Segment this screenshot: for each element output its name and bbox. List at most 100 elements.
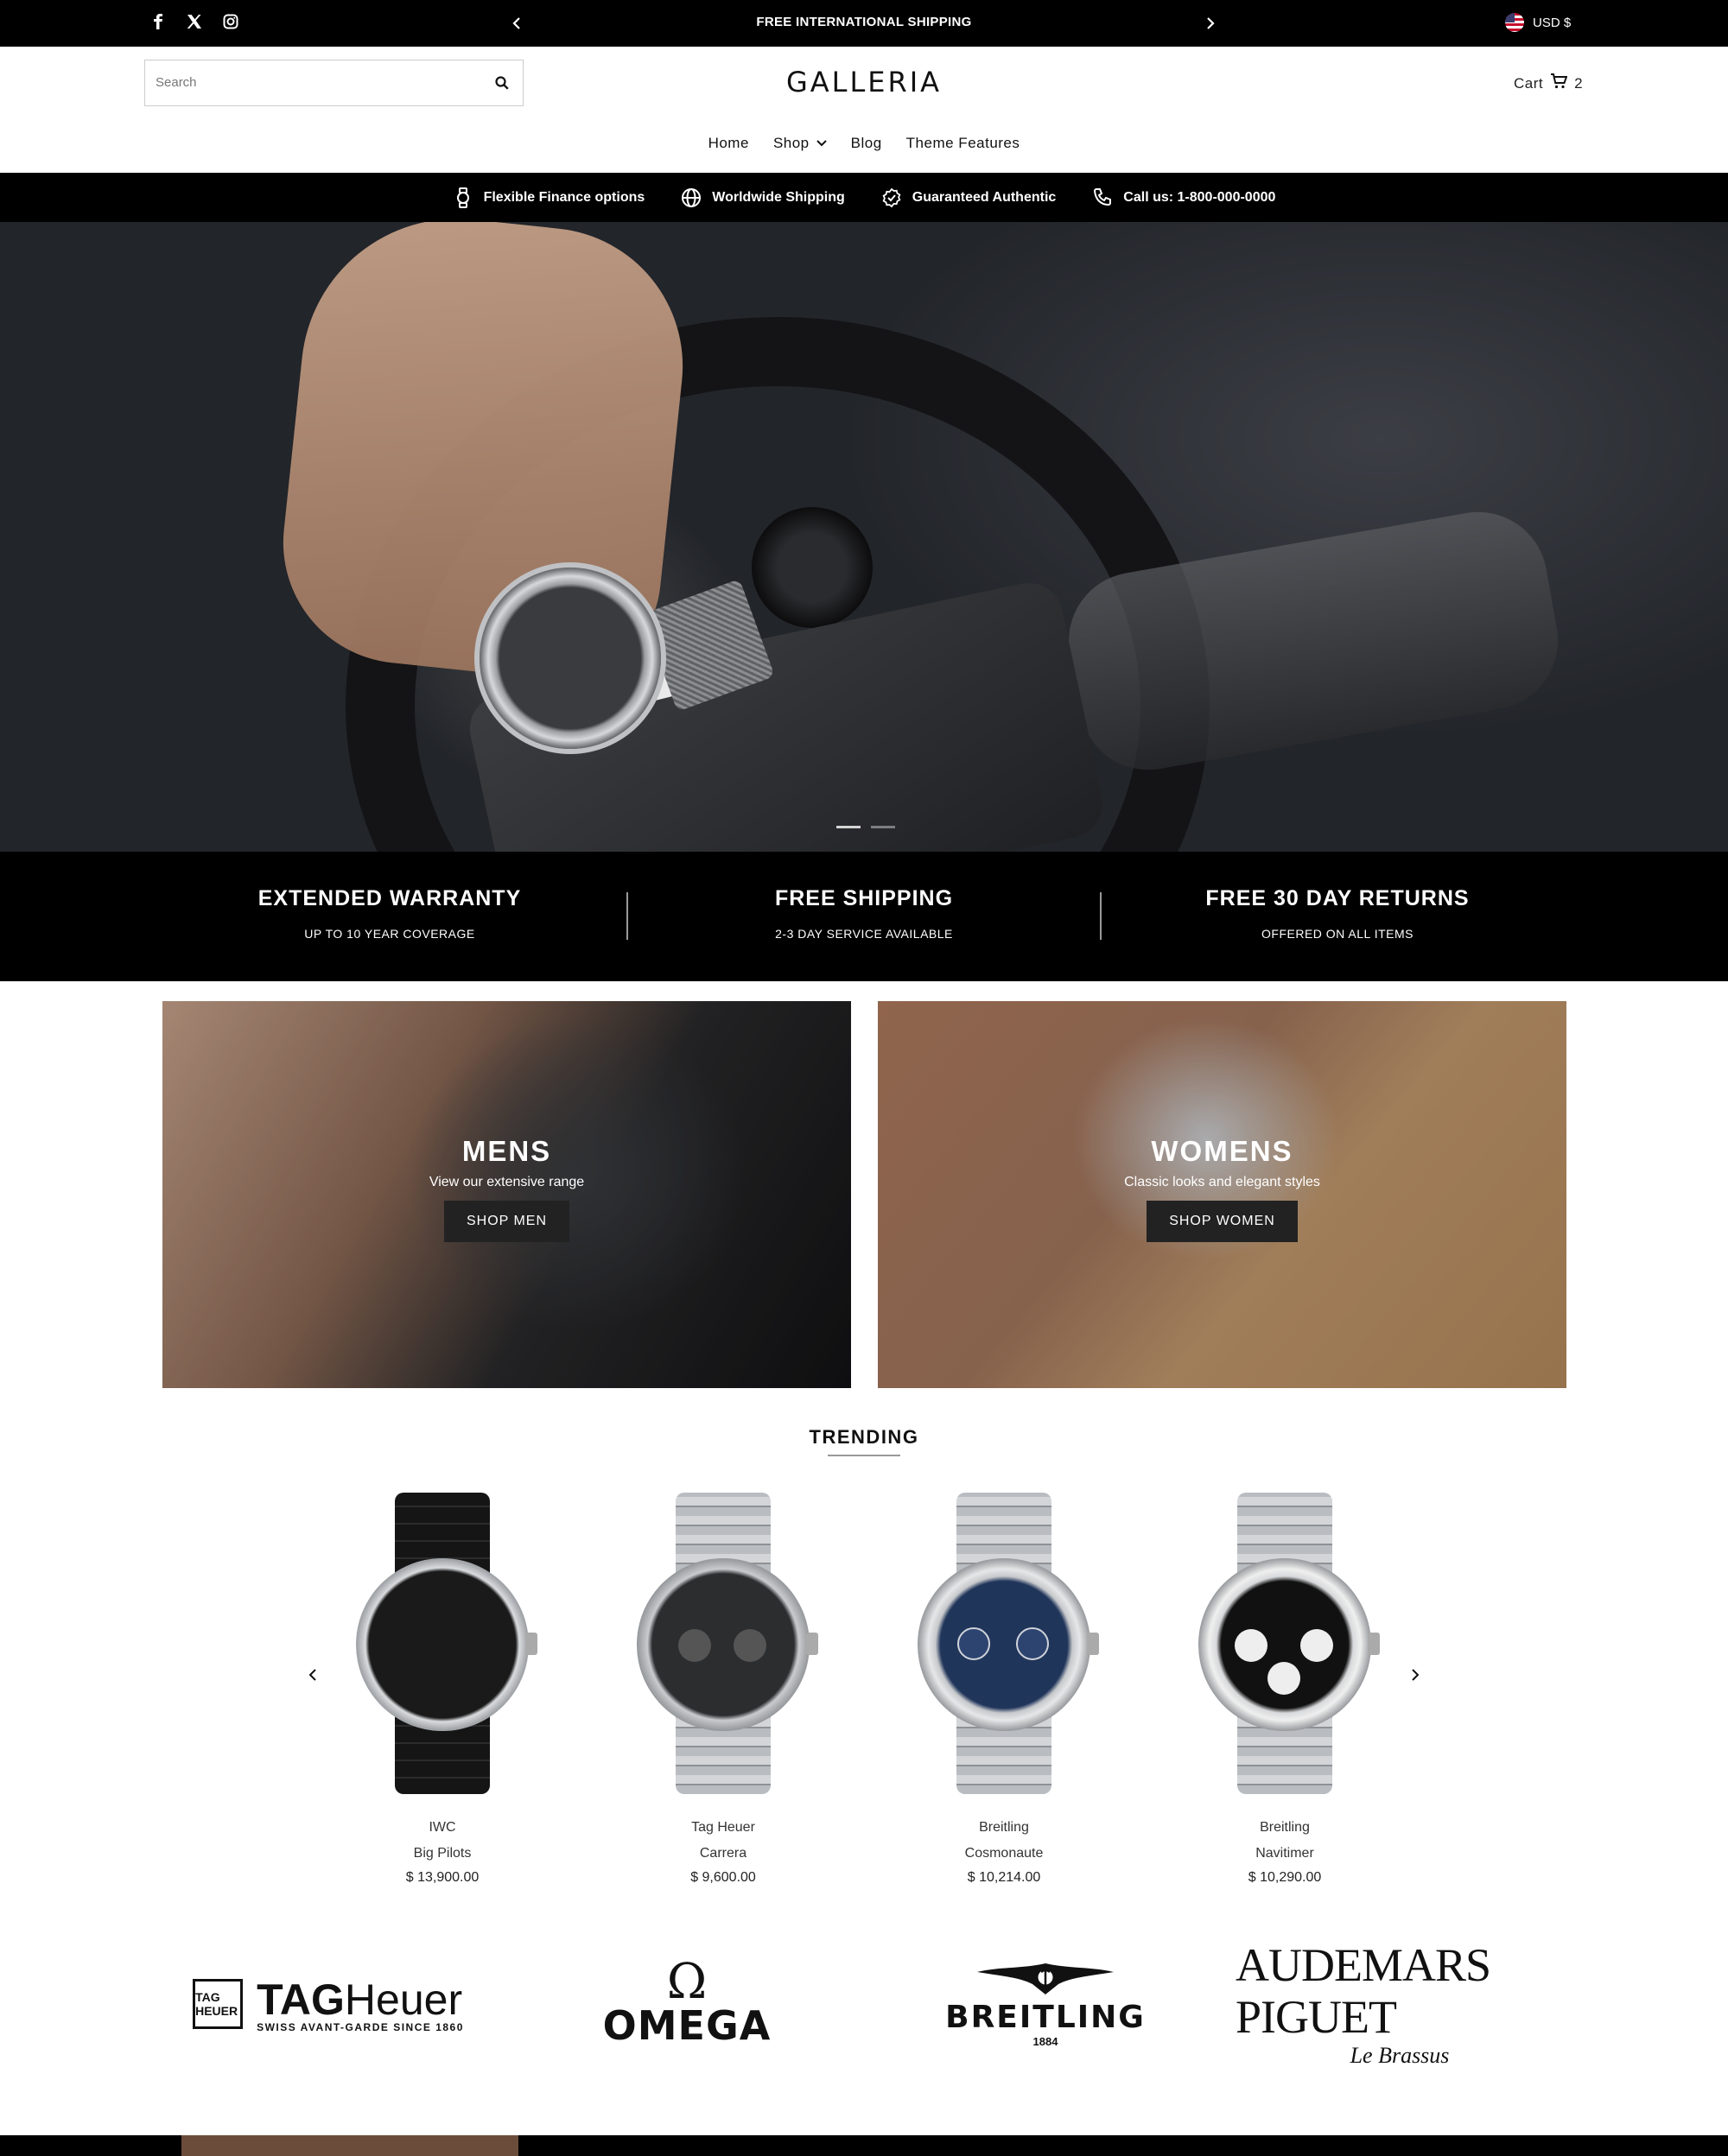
product-brand[interactable]: IWC [330, 1820, 555, 1836]
carousel-prev-button[interactable] [302, 1665, 323, 1685]
announcement-message: FREE INTERNATIONAL SHIPPING [756, 15, 972, 29]
product-price: $ 13,900.00 [405, 1870, 480, 1885]
product-image[interactable] [892, 1487, 1116, 1798]
hero-dot-2[interactable] [871, 826, 895, 828]
category-mens[interactable]: MENS View our extensive range SHOP MEN [162, 1001, 851, 1388]
benefit-title: EXTENDED WARRANTY [257, 886, 522, 910]
cart-icon [1550, 73, 1568, 94]
product-image[interactable] [1172, 1487, 1397, 1798]
product-price: $ 10,214.00 [967, 1870, 1041, 1885]
currency-selector[interactable]: USD $ [1505, 13, 1571, 32]
trending-underline [828, 1455, 900, 1456]
product-image[interactable] [611, 1487, 835, 1798]
nav-item-shop[interactable]: Shop [773, 135, 827, 152]
divider [626, 892, 628, 940]
benefit-returns: FREE 30 DAY RETURNS OFFERED ON ALL ITEMS [1121, 886, 1553, 941]
product-brand[interactable]: Breitling [892, 1820, 1116, 1836]
feature-phone[interactable]: Call us: 1-800-000-0000 [1092, 187, 1275, 208]
features-bar: Flexible Finance options Worldwide Shipp… [0, 173, 1728, 222]
feature-label: Call us: 1-800-000-0000 [1123, 189, 1276, 205]
product-price: $ 9,600.00 [690, 1870, 756, 1885]
tag-heuer-name-light: Heuer [344, 1975, 463, 2024]
product-card[interactable]: Breitling Cosmonaute $ 10,214.00 [892, 1487, 1116, 1886]
nav-label: Shop [772, 135, 810, 151]
site-header: GALLERIA Cart 2 Home Shop Blog Theme Fea… [0, 47, 1728, 173]
breitling-year: 1884 [1032, 2035, 1058, 2048]
feature-label: Flexible Finance options [483, 189, 645, 205]
product-price: $ 10,290.00 [1248, 1870, 1322, 1885]
brand-logo-tag-heuer[interactable]: TAG HEUER TAGHeuer SWISS AVANT-GARDE SIN… [177, 1952, 480, 2056]
subdial [1016, 1627, 1049, 1660]
instagram-icon[interactable] [221, 12, 240, 31]
hero-slide-dots [836, 826, 895, 828]
nav-item-home[interactable]: Home [708, 135, 749, 152]
site-logo[interactable]: GALLERIA [786, 66, 942, 98]
omega-wordmark: OMEGA [602, 2002, 772, 2049]
announcement-next-button[interactable] [1199, 12, 1222, 35]
divider [1100, 892, 1102, 940]
search-input[interactable] [145, 60, 473, 105]
nav-item-theme-features[interactable]: Theme Features [906, 135, 1020, 152]
subdial [734, 1629, 766, 1662]
hero-banner[interactable] [0, 222, 1728, 852]
product-card[interactable]: IWC Big Pilots $ 13,900.00 [330, 1487, 555, 1886]
nav-label: Home [708, 135, 749, 151]
hero-dot-1[interactable] [836, 826, 861, 828]
audemars-piguet-subtitle: Le Brassus [1350, 2043, 1450, 2068]
x-icon[interactable] [185, 12, 204, 31]
watch-crown [525, 1633, 537, 1655]
cart-count: 2 [1574, 74, 1584, 92]
product-model[interactable]: Carrera [611, 1846, 835, 1861]
category-womens[interactable]: WOMENS Classic looks and elegant styles … [878, 1001, 1566, 1388]
shop-men-button[interactable]: SHOP MEN [443, 1201, 570, 1242]
chevron-right-icon [1412, 1669, 1420, 1681]
product-model[interactable]: Cosmonaute [892, 1846, 1116, 1861]
watch-case [1198, 1558, 1371, 1731]
trending-title: TRENDING [809, 1426, 919, 1448]
watch-crown [806, 1633, 818, 1655]
product-image[interactable] [330, 1487, 555, 1798]
watch-crown [1087, 1633, 1099, 1655]
tag-heuer-tagline: SWISS AVANT-GARDE SINCE 1860 [257, 2021, 464, 2033]
search-icon[interactable] [493, 74, 511, 92]
shop-women-button[interactable]: SHOP WOMEN [1147, 1201, 1298, 1242]
tag-heuer-name: TAGHeuer [257, 1975, 464, 2025]
brand-logo-audemars-piguet[interactable]: AUDEMARS PIGUET Le Brassus [1236, 1939, 1564, 2068]
feature-authentic: Guaranteed Authentic [881, 187, 1056, 208]
category-title: WOMENS [1151, 1135, 1293, 1167]
nav-label: Blog [850, 135, 882, 151]
feature-label: Worldwide Shipping [712, 189, 845, 205]
product-model[interactable]: Big Pilots [330, 1846, 555, 1861]
product-brand[interactable]: Breitling [1172, 1820, 1397, 1836]
badge-check-icon [882, 187, 901, 207]
chevron-left-icon [308, 1669, 316, 1681]
phone-icon [1094, 187, 1112, 206]
next-section-banner [0, 2135, 1728, 2156]
announcement-prev-button[interactable] [505, 12, 528, 35]
benefit-warranty: EXTENDED WARRANTY UP TO 10 YEAR COVERAGE [174, 886, 606, 941]
product-brand[interactable]: Tag Heuer [611, 1820, 835, 1836]
cart-label: Cart [1514, 74, 1544, 92]
benefits-band: EXTENDED WARRANTY UP TO 10 YEAR COVERAGE… [0, 852, 1728, 981]
product-card[interactable]: Tag Heuer Carrera $ 9,600.00 [611, 1487, 835, 1886]
product-model[interactable]: Navitimer [1172, 1846, 1397, 1861]
benefit-subtitle: UP TO 10 YEAR COVERAGE [304, 927, 475, 941]
feature-finance: Flexible Finance options [453, 187, 645, 208]
watch-case [918, 1558, 1090, 1731]
product-card[interactable]: Breitling Navitimer $ 10,290.00 [1172, 1487, 1397, 1886]
subdial [678, 1629, 711, 1662]
brand-logo-omega[interactable]: Ω OMEGA [602, 1952, 772, 2056]
subdial [957, 1627, 990, 1660]
panel-content: WOMENS Classic looks and elegant styles … [878, 1135, 1566, 1242]
search-box [144, 60, 524, 106]
brand-logo-breitling[interactable]: BREITLING 1884 [942, 1952, 1149, 2056]
cart-link[interactable]: Cart 2 [1514, 73, 1583, 94]
us-flag-icon [1505, 13, 1524, 32]
subdial [1267, 1662, 1300, 1695]
benefit-shipping: FREE SHIPPING 2-3 DAY SERVICE AVAILABLE [648, 886, 1080, 941]
hero-wheel-hub [752, 507, 873, 628]
facebook-icon[interactable] [149, 12, 168, 31]
nav-item-blog[interactable]: Blog [851, 135, 882, 152]
tag-heuer-name-bold: TAG [257, 1975, 345, 2024]
carousel-next-button[interactable] [1405, 1665, 1426, 1685]
